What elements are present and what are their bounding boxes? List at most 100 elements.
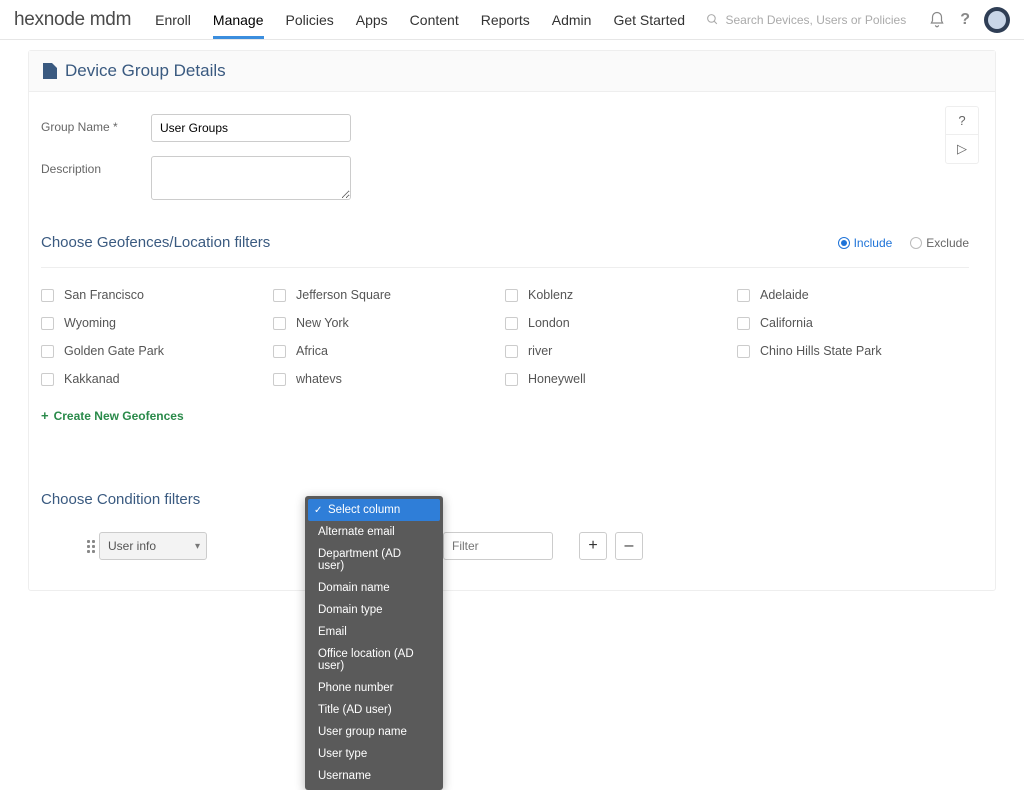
geofence-item[interactable]: Wyoming	[41, 316, 273, 330]
search-placeholder: Search Devices, Users or Policies	[725, 13, 906, 27]
checkbox[interactable]	[41, 289, 54, 302]
file-icon	[43, 63, 57, 79]
checkbox[interactable]	[41, 317, 54, 330]
geofence-label: San Francisco	[64, 288, 144, 302]
geofence-label: Kakkanad	[64, 372, 120, 386]
condition-section-title: Choose Condition filters	[41, 491, 969, 508]
help-question-icon[interactable]: ?	[946, 107, 978, 134]
geofence-item[interactable]: Jefferson Square	[273, 288, 505, 302]
condition-row: User info▾ ect comparator⇅ + –	[41, 532, 969, 560]
help-play-icon[interactable]: ▷	[946, 134, 978, 163]
geofence-label: Africa	[296, 344, 328, 358]
help-icon[interactable]: ?	[960, 11, 970, 29]
nav-item-enroll[interactable]: Enroll	[155, 0, 191, 39]
filter-input[interactable]	[443, 532, 553, 560]
checkbox[interactable]	[737, 345, 750, 358]
global-search[interactable]: Search Devices, Users or Policies	[706, 13, 906, 27]
checkbox[interactable]	[737, 317, 750, 330]
geofence-label: Wyoming	[64, 316, 116, 330]
nav-item-content[interactable]: Content	[410, 0, 459, 39]
geofence-item[interactable]: Chino Hills State Park	[737, 344, 969, 358]
group-name-input[interactable]	[151, 114, 351, 142]
plus-icon: +	[41, 408, 49, 423]
user-info-select[interactable]: User info▾	[99, 532, 207, 560]
remove-condition-button[interactable]: –	[615, 532, 643, 560]
add-condition-button[interactable]: +	[579, 532, 607, 560]
help-sidebar: ? ▷	[945, 106, 979, 164]
nav-item-get-started[interactable]: Get Started	[613, 0, 685, 39]
main-area: Device Group Details ? ▷ Group Name * De…	[0, 40, 1024, 621]
dropdown-option[interactable]: Title (AD user)	[308, 699, 440, 721]
nav-item-policies[interactable]: Policies	[286, 0, 334, 39]
dropdown-option[interactable]: Office location (AD user)	[308, 643, 440, 677]
dropdown-option[interactable]: Department (AD user)	[308, 543, 440, 577]
check-icon: ✓	[314, 505, 326, 516]
checkbox[interactable]	[273, 317, 286, 330]
checkbox[interactable]	[737, 289, 750, 302]
dropdown-option[interactable]: Alternate email	[308, 521, 440, 543]
geofence-label: Honeywell	[528, 372, 586, 386]
avatar[interactable]	[984, 7, 1010, 33]
nav-item-apps[interactable]: Apps	[356, 0, 388, 39]
dropdown-option[interactable]: Username	[308, 765, 440, 787]
geofence-label: Golden Gate Park	[64, 344, 164, 358]
dropdown-option[interactable]: User group name	[308, 721, 440, 743]
geofence-section-title: Choose Geofences/Location filters	[41, 234, 838, 251]
checkbox[interactable]	[505, 289, 518, 302]
checkbox[interactable]	[41, 345, 54, 358]
geofence-item[interactable]: Adelaide	[737, 288, 969, 302]
nav-item-reports[interactable]: Reports	[481, 0, 530, 39]
geofence-label: New York	[296, 316, 349, 330]
geofence-item[interactable]: whatevs	[273, 372, 505, 386]
chevron-down-icon: ▾	[195, 541, 200, 552]
geofence-item[interactable]: river	[505, 344, 737, 358]
top-bar: hexnode mdm Enroll Manage Policies Apps Cont…	[0, 0, 1024, 40]
checkbox[interactable]	[505, 345, 518, 358]
dropdown-option[interactable]: ✓Select column	[308, 499, 440, 521]
geofence-label: river	[528, 344, 552, 358]
geofence-item[interactable]: California	[737, 316, 969, 330]
geofence-item[interactable]: London	[505, 316, 737, 330]
checkbox[interactable]	[505, 373, 518, 386]
geofence-item[interactable]: Africa	[273, 344, 505, 358]
geofence-item[interactable]: Koblenz	[505, 288, 737, 302]
checkbox[interactable]	[273, 373, 286, 386]
dropdown-option[interactable]: Domain type	[308, 599, 440, 621]
geofence-item[interactable]: Golden Gate Park	[41, 344, 273, 358]
panel: Device Group Details ? ▷ Group Name * De…	[28, 50, 996, 591]
drag-handle-icon[interactable]	[87, 540, 95, 553]
geofence-label: Koblenz	[528, 288, 573, 302]
geofence-label: London	[528, 316, 570, 330]
geofence-label: Adelaide	[760, 288, 809, 302]
create-geofence-link[interactable]: + Create New Geofences	[41, 408, 184, 423]
exclude-radio[interactable]: Exclude	[910, 236, 969, 250]
brand-logo: hexnode mdm	[14, 9, 131, 31]
geofence-item[interactable]: Honeywell	[505, 372, 737, 386]
checkbox[interactable]	[273, 345, 286, 358]
geofence-item[interactable]: Kakkanad	[41, 372, 273, 386]
main-nav: Enroll Manage Policies Apps Content Reports Ad…	[155, 0, 685, 39]
column-dropdown: ✓Select columnAlternate emailDepartment …	[305, 496, 443, 790]
geofence-item[interactable]: New York	[273, 316, 505, 330]
dropdown-option[interactable]: Phone number	[308, 677, 440, 699]
bell-icon[interactable]	[928, 11, 946, 29]
dropdown-option[interactable]: User type	[308, 743, 440, 765]
nav-item-manage[interactable]: Manage	[213, 0, 264, 39]
dropdown-option[interactable]: Domain name	[308, 577, 440, 599]
checkbox[interactable]	[505, 317, 518, 330]
geofence-label: California	[760, 316, 813, 330]
dropdown-option[interactable]: Email	[308, 621, 440, 643]
description-textarea[interactable]	[151, 156, 351, 200]
geofence-item[interactable]: San Francisco	[41, 288, 273, 302]
checkbox[interactable]	[273, 289, 286, 302]
geofence-label: Chino Hills State Park	[760, 344, 882, 358]
geofence-label: Jefferson Square	[296, 288, 391, 302]
group-name-label: Group Name *	[41, 114, 151, 134]
nav-item-admin[interactable]: Admin	[552, 0, 592, 39]
panel-title: Device Group Details	[65, 61, 226, 81]
include-radio[interactable]: Include	[838, 236, 893, 250]
checkbox[interactable]	[41, 373, 54, 386]
geofence-grid: San Francisco Jefferson Square Koblenz Adel…	[41, 267, 969, 386]
geofence-label: whatevs	[296, 372, 342, 386]
description-label: Description	[41, 156, 151, 176]
